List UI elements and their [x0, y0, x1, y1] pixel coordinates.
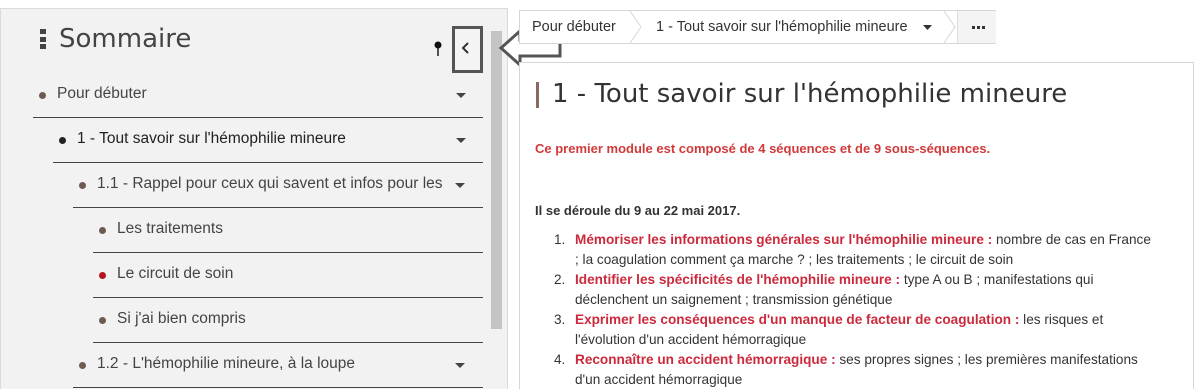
list-item: 1. Mémoriser les informations générales s…	[554, 232, 1151, 267]
toc-item-label: Le circuit de soin	[117, 265, 234, 282]
toc-item-label: 1.2 - L'hémophilie mineure, à la loupe	[97, 355, 356, 372]
toc-item-dot-current	[99, 272, 106, 279]
toc-scrollbar-thumb[interactable]	[491, 31, 502, 329]
breadcrumb-item-module-1[interactable]: 1 - Tout savoir sur l'hémophilie mineure	[656, 11, 908, 43]
toc-item-les-traitements[interactable]: Les traitements	[93, 208, 483, 253]
breadcrumb: Pour débuter 1 - Tout savoir sur l'hémop…	[519, 10, 996, 44]
toc-header: Sommaire	[1, 9, 507, 73]
chevron-down-icon[interactable]	[455, 363, 465, 369]
main-content: 1 - Tout savoir sur l'hémophilie mineure…	[519, 62, 1194, 389]
toc-item-si-jai-bien-compris[interactable]: Si j'ai bien compris	[93, 298, 483, 343]
toc-item-le-circuit-de-soin[interactable]: Le circuit de soin	[93, 253, 483, 298]
toc-item-dot	[99, 317, 106, 324]
toc-item-label: Les traitements	[117, 220, 223, 237]
chevron-down-icon[interactable]	[455, 183, 465, 189]
toc-item-label: Si j'ai bien compris	[117, 310, 246, 327]
collapse-sidebar-button[interactable]	[452, 26, 483, 73]
ellipsis-icon	[972, 26, 987, 29]
module-intro-text: Ce premier module est composé de 4 séque…	[535, 141, 991, 156]
toc-title: Sommaire	[59, 24, 192, 54]
sequence-list: 1. Mémoriser les informations générales s…	[554, 230, 1154, 389]
chevron-down-icon[interactable]	[456, 93, 466, 99]
toc-item-dot	[39, 92, 46, 99]
toc-item-dot	[79, 182, 86, 189]
list-item: 2. Identifier les spécificités de l'hémop…	[554, 272, 1094, 307]
breadcrumb-separator	[629, 11, 642, 43]
breadcrumb-item-pour-debuter[interactable]: Pour débuter	[532, 11, 616, 43]
sequence-highlight: Identifier les spécificités de l'hémophi…	[575, 272, 901, 287]
sequence-highlight: Exprimer les conséquences d'un manque de…	[575, 312, 1020, 327]
list-item: 3. Exprimer les conséquences d'un manque …	[554, 312, 1104, 347]
chevron-left-icon	[461, 42, 469, 54]
kebab-menu-icon[interactable]	[40, 29, 46, 49]
toc-item-dot	[59, 137, 66, 144]
chevron-down-icon[interactable]	[923, 25, 932, 31]
toc-item-label: Pour débuter	[57, 85, 147, 102]
chevron-down-icon[interactable]	[456, 138, 466, 144]
page-title: 1 - Tout savoir sur l'hémophilie mineure	[552, 79, 1068, 109]
breadcrumb-separator	[943, 11, 956, 43]
toc-item-label: 1 - Tout savoir sur l'hémophilie mineure	[77, 130, 346, 147]
sequence-highlight: Reconnaître un accident hémorragique :	[575, 352, 836, 367]
sequence-highlight: Mémoriser les informations générales sur…	[575, 232, 993, 247]
title-accent-bar	[536, 82, 539, 108]
toc-item-sequence-1-1[interactable]: 1.1 - Rappel pour ceux qui savent et inf…	[73, 163, 483, 208]
toc-item-module-1[interactable]: 1 - Tout savoir sur l'hémophilie mineure	[53, 118, 483, 163]
toc-item-pour-debuter[interactable]: Pour débuter	[33, 73, 483, 118]
toc-item-sequence-1-2[interactable]: 1.2 - L'hémophilie mineure, à la loupe	[73, 343, 483, 388]
table-of-contents-panel: Sommaire Pour débuter 1 - Tout savoir su…	[0, 8, 508, 389]
toc-item-dot	[99, 227, 106, 234]
list-item: 4. Reconnaître un accident hémorragique :…	[554, 352, 1138, 387]
toc-item-label: 1.1 - Rappel pour ceux qui savent et inf…	[97, 175, 443, 192]
more-options-button[interactable]	[957, 11, 996, 43]
pin-icon[interactable]	[433, 41, 443, 57]
toc-item-dot	[79, 362, 86, 369]
module-dates-text: Il se déroule du 9 au 22 mai 2017.	[535, 203, 741, 218]
